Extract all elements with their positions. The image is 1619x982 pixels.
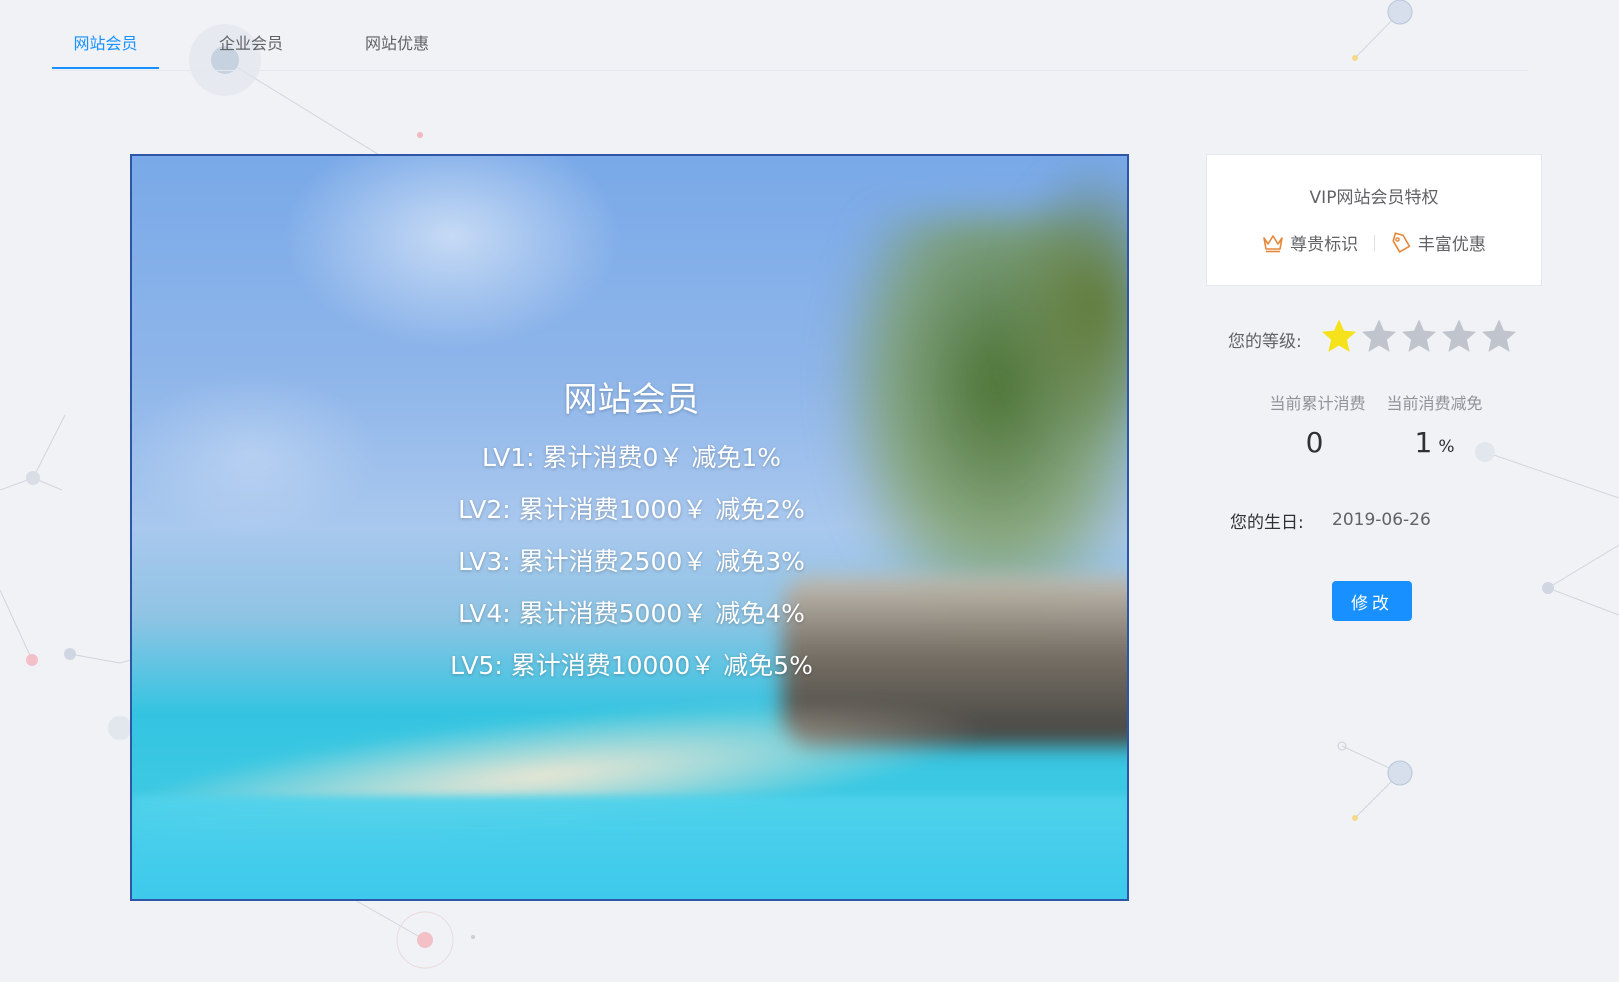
stat-label: 当前累计消费 <box>1269 394 1366 413</box>
vip-privileges-title: VIP网站会员特权 <box>1309 188 1439 208</box>
stat-number: 1 <box>1414 426 1433 459</box>
star-icon <box>1361 319 1397 352</box>
level-rule-lv3: LV3: 累计消费2500￥ 减免3% <box>458 547 805 576</box>
membership-banner: 网站会员 LV1: 累计消费0￥ 减免1% LV2: 累计消费1000￥ 减免2… <box>130 154 1129 901</box>
level-rule-lv2: LV2: 累计消费1000￥ 减免2% <box>458 495 805 524</box>
stat-value: 1% <box>1377 426 1492 459</box>
tab-website-discount[interactable]: 网站优惠 <box>362 30 432 69</box>
stat-number: 0 <box>1305 426 1324 459</box>
banner-title: 网站会员 <box>563 380 700 420</box>
level-label: 您的等级: <box>1228 332 1302 352</box>
stat-total-consumption: 当前累计消费 0 <box>1260 390 1375 459</box>
privilege-item-distinguished: 尊贵标识 <box>1262 230 1358 255</box>
tag-icon <box>1392 231 1411 253</box>
star-icon <box>1481 319 1517 352</box>
stat-value: 0 <box>1260 426 1375 459</box>
level-rule-lv5: LV5: 累计消费10000￥ 减免5% <box>450 651 813 680</box>
vip-privileges-panel: VIP网站会员特权 尊贵标识 丰富优惠 <box>1206 154 1542 286</box>
stat-unit: % <box>1438 437 1455 457</box>
tab-enterprise-member[interactable]: 企业会员 <box>216 30 286 69</box>
stat-label: 当前消费减免 <box>1386 394 1483 413</box>
star-icon <box>1401 319 1437 352</box>
edit-button[interactable]: 修改 <box>1332 581 1412 621</box>
level-rule-lv1: LV1: 累计消费0￥ 减免1% <box>481 443 782 472</box>
birthday-value: 2019-06-26 <box>1332 510 1431 530</box>
privileges-list: 尊贵标识 丰富优惠 <box>1207 230 1541 255</box>
privilege-label-distinguished: 尊贵标识 <box>1290 235 1359 255</box>
banner-text-block: 网站会员 LV1: 累计消费0￥ 减免1% LV2: 累计消费1000￥ 减免2… <box>132 378 1127 692</box>
tab-website-member[interactable]: 网站会员 <box>52 30 159 69</box>
privilege-divider <box>1373 234 1375 251</box>
star-icon <box>1321 319 1357 352</box>
crown-icon <box>1263 234 1283 252</box>
tab-bar: 网站会员 企业会员 网站优惠 <box>52 0 1528 71</box>
banner-pool-decoration <box>132 796 1127 899</box>
level-rating <box>1320 316 1520 360</box>
stat-current-discount: 当前消费减免 1% <box>1377 390 1492 459</box>
privilege-label-discounts: 丰富优惠 <box>1417 235 1486 255</box>
privilege-item-discounts: 丰富优惠 <box>1390 230 1486 255</box>
level-rule-lv4: LV4: 累计消费5000￥ 减免4% <box>458 599 805 628</box>
star-icon <box>1441 319 1477 352</box>
birthday-label: 您的生日: <box>1230 513 1304 533</box>
